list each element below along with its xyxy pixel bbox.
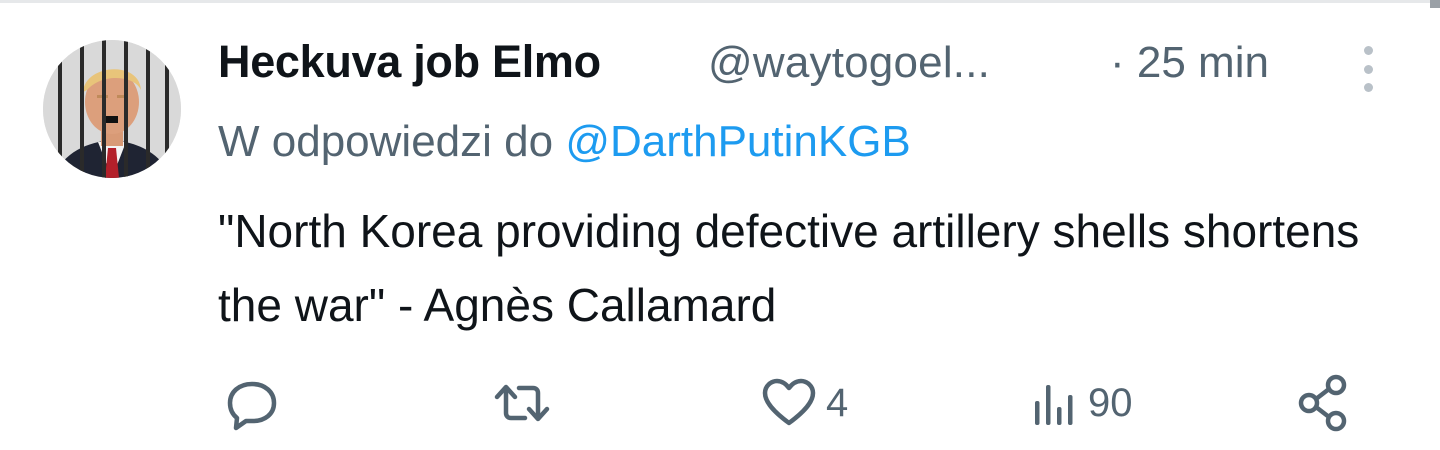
reply-icon <box>227 381 277 431</box>
share-icon <box>1298 374 1347 432</box>
like-button[interactable]: 4 <box>760 368 848 438</box>
avatar[interactable] <box>43 40 181 178</box>
more-dot <box>1363 83 1373 92</box>
views-icon <box>1035 385 1073 425</box>
top-divider <box>0 0 1430 3</box>
more-dot <box>1363 64 1373 74</box>
like-count: 4 <box>826 380 849 425</box>
scrollbar-thumb[interactable] <box>1430 0 1440 8</box>
avatar-image <box>43 40 181 178</box>
display-name[interactable]: Heckuva job Elmo <box>218 36 601 88</box>
more-dot <box>1363 46 1373 55</box>
views-count: 90 <box>1088 380 1133 425</box>
more-options-button[interactable] <box>1353 44 1383 94</box>
views-button[interactable]: 90 <box>1030 368 1133 438</box>
timestamp[interactable]: · 25 min <box>1110 38 1269 88</box>
reply-context: W odpowiedzi do @DarthPutinKGB <box>218 117 911 167</box>
reply-button[interactable] <box>224 368 288 438</box>
action-bar: 4 90 <box>0 368 1440 438</box>
tweet-text: "North Korea providing defective artille… <box>218 205 1360 331</box>
tweet-card[interactable]: Heckuva job Elmo @waytogoel... · 25 min … <box>0 0 1440 450</box>
reply-prefix: W odpowiedzi do <box>218 117 554 166</box>
timestamp-separator: · <box>1110 38 1125 87</box>
retweet-icon <box>494 384 550 422</box>
heart-icon <box>762 378 816 426</box>
user-handle[interactable]: @waytogoel... <box>708 38 990 88</box>
timestamp-value: 25 min <box>1136 38 1269 87</box>
reply-to-link[interactable]: @DarthPutinKGB <box>565 117 910 166</box>
retweet-button[interactable] <box>492 368 560 438</box>
share-button[interactable] <box>1296 368 1354 438</box>
